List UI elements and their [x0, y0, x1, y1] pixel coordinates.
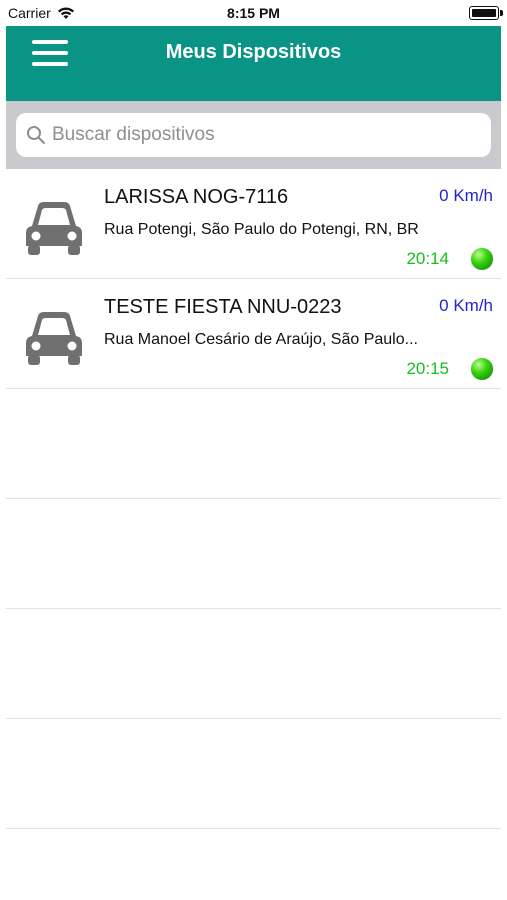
battery-icon — [469, 6, 503, 20]
car-icon — [26, 312, 82, 365]
car-icon — [26, 202, 82, 255]
search-bar — [6, 101, 501, 169]
device-row[interactable]: TESTE FIESTA NNU-0223 0 Km/h Rua Manoel … — [6, 279, 501, 389]
device-last-update: 20:15 — [406, 359, 449, 378]
device-name: LARISSA NOG-7116 — [104, 186, 289, 208]
search-input[interactable] — [52, 124, 472, 146]
search-field-container[interactable] — [16, 113, 491, 157]
clock: 8:15 PM — [227, 5, 280, 21]
device-name: TESTE FIESTA NNU-0223 — [104, 296, 342, 318]
online-status-icon — [471, 358, 493, 380]
device-last-update: 20:14 — [406, 249, 449, 268]
app-screen: Carrier 8:15 PM Meus Dispositivos Buscar… — [0, 0, 507, 900]
navigation-bar: Meus Dispositivos — [6, 26, 501, 101]
status-bar: Carrier 8:15 PM — [0, 0, 507, 26]
device-list: LARISSA NOG-7116 0 Km/h Rua Potengi, São… — [6, 169, 501, 829]
device-address: Rua Potengi, São Paulo do Potengi, RN, B… — [104, 221, 419, 238]
page-title: Meus Dispositivos — [165, 41, 342, 63]
device-speed: 0 Km/h — [439, 296, 493, 315]
online-status-icon — [471, 248, 493, 270]
empty-row — [6, 719, 501, 829]
search-icon — [27, 126, 45, 144]
device-row[interactable]: LARISSA NOG-7116 0 Km/h Rua Potengi, São… — [6, 169, 501, 279]
device-address: Rua Manoel Cesário de Araújo, São Paulo.… — [104, 331, 418, 348]
empty-row — [6, 499, 501, 609]
device-speed: 0 Km/h — [439, 186, 493, 205]
empty-row — [6, 389, 501, 499]
empty-row — [6, 609, 501, 719]
